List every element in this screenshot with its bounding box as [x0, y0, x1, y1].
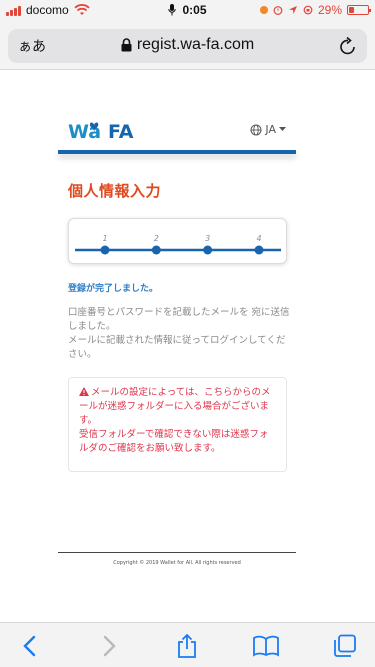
orientation-lock-icon	[303, 5, 313, 15]
status-bar: docomo 0:05 29%	[0, 0, 375, 20]
wafa-logo[interactable]: Wa FA	[68, 118, 146, 144]
step-dot-4	[254, 245, 264, 255]
copyright: Copyright © 2019 Wallet for All. All rig…	[113, 560, 241, 566]
status-right: 29%	[259, 3, 371, 17]
url-field[interactable]: ぁあ regist.wa-fa.com	[8, 29, 367, 63]
tabs-button[interactable]	[330, 631, 360, 661]
battery-percent: 29%	[317, 3, 342, 17]
info-text: 口座番号とパスワードを記載したメールを 宛に送信しました。 メールに記載された情…	[68, 306, 290, 362]
step-dot-2	[151, 245, 161, 255]
progress-stepper: 1 2 3 4	[68, 218, 287, 264]
orange-indicator-icon	[259, 6, 268, 14]
back-button[interactable]	[15, 631, 45, 661]
warning-line: メールの設定によっては、こちらからのメールが迷惑フォルダーに入る場合がございます…	[79, 386, 276, 428]
warning-text: メールの設定によっては、こちらからのメールが迷惑フォルダーに入る場合がございます…	[79, 387, 271, 426]
step-label-3: 3	[205, 234, 210, 243]
back-icon	[23, 635, 36, 657]
alarm-icon	[273, 6, 283, 15]
warning-icon	[79, 387, 89, 396]
info-line: 口座番号とパスワードを記載したメールを 宛に送信しました。	[68, 307, 290, 332]
caret-down-icon	[279, 127, 286, 131]
lock-icon	[121, 38, 132, 52]
forward-icon	[103, 635, 116, 657]
globe-icon	[250, 124, 262, 135]
url-display[interactable]: regist.wa-fa.com	[8, 36, 367, 54]
language-label: JA	[265, 123, 276, 136]
info-line: メールに記載された情報に従ってログインしてください。	[68, 335, 286, 360]
battery-icon	[347, 5, 371, 15]
language-selector[interactable]: JA	[250, 123, 286, 136]
clock: 0:05	[182, 3, 207, 17]
location-icon	[288, 6, 297, 14]
bookmarks-button[interactable]	[251, 631, 281, 661]
page-title: 個人情報入力	[68, 182, 162, 200]
svg-text:FA: FA	[108, 121, 134, 143]
step-dot-3	[203, 245, 213, 255]
header-divider	[58, 150, 296, 154]
stepper-graphic: 1 2 3 4	[75, 234, 281, 255]
share-icon	[178, 633, 196, 658]
share-button[interactable]	[172, 631, 202, 661]
success-message: 登録が完了しました。	[68, 284, 159, 294]
browser-toolbar	[0, 622, 375, 667]
bookmarks-icon	[253, 635, 279, 657]
address-bar: ぁあ regist.wa-fa.com	[0, 20, 375, 70]
footer-divider	[58, 552, 296, 553]
warning-line: 受信フォルダーで確認できない際は迷惑フォルダのご確認をお願い致します。	[79, 429, 269, 454]
forward-button[interactable]	[94, 631, 124, 661]
step-label-1: 1	[102, 234, 107, 243]
reload-icon[interactable]	[339, 36, 357, 56]
url-text: regist.wa-fa.com	[136, 36, 255, 53]
tabs-icon	[334, 634, 356, 657]
step-label-4: 4	[256, 234, 261, 243]
battery-fill	[349, 7, 355, 13]
step-dot-1	[100, 245, 110, 255]
warning-box: メールの設定によっては、こちらからのメールが迷惑フォルダーに入る場合がございます…	[68, 377, 287, 472]
mic-icon	[168, 4, 177, 16]
step-label-2: 2	[154, 234, 159, 243]
